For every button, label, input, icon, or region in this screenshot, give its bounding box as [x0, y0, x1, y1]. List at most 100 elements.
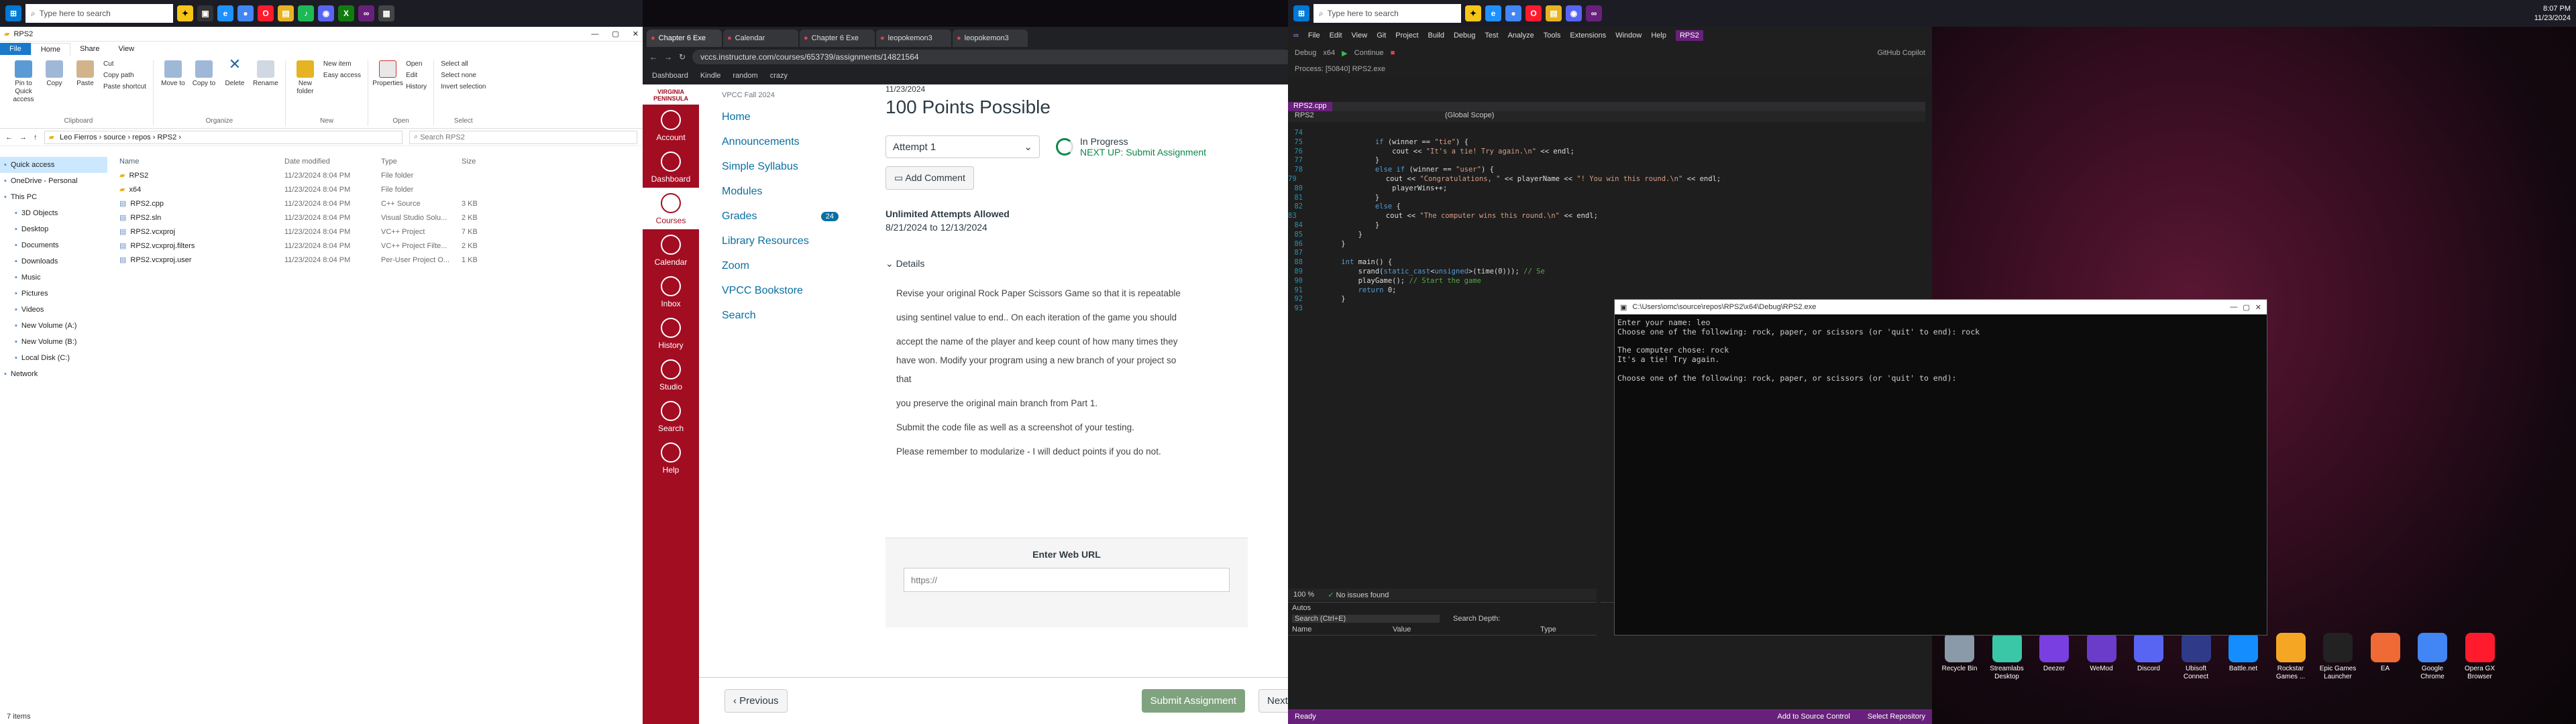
file-row[interactable]: ▤ RPS2.vcxproj 11/23/2024 8:04 PM VC++ Proj…	[115, 225, 643, 239]
vs-global-scope[interactable]: (Global Scope)	[1445, 111, 1494, 122]
stop-icon[interactable]: ■	[1391, 49, 1395, 57]
file-row[interactable]: ▤ RPS2.cpp 11/23/2024 8:04 PM C++ Source 3 K…	[115, 196, 643, 210]
vs-menu-item[interactable]: Extensions	[1570, 32, 1606, 40]
address-bar[interactable]: ▰ Leo Fierros › source › repos › RPS2 ›	[44, 130, 402, 144]
history-button[interactable]: History	[406, 83, 427, 91]
issues-status[interactable]: ✓ No issues found	[1328, 591, 1389, 599]
forward-icon[interactable]: →	[19, 133, 27, 141]
course-nav-item[interactable]: Library Resources	[722, 229, 857, 253]
copy-button[interactable]: Copy	[42, 60, 67, 104]
back-icon[interactable]: ←	[649, 52, 657, 62]
discord-icon[interactable]: ◉	[1566, 5, 1582, 21]
windows-start-icon[interactable]: ⊞	[1293, 5, 1309, 21]
vs-platform[interactable]: x64	[1323, 49, 1335, 57]
copy-to-button[interactable]: Copy to	[191, 60, 217, 88]
vs-menu-item[interactable]: View	[1352, 32, 1368, 40]
desktop-icon[interactable]: Discord	[2128, 633, 2169, 673]
desktop-icon[interactable]: WeMod	[2081, 633, 2123, 673]
college-logo[interactable]: VIRGINIA PENINSULA	[643, 84, 699, 105]
edit-button[interactable]: Edit	[406, 72, 427, 80]
close-icon[interactable]: ✕	[633, 29, 639, 38]
global-nav-courses[interactable]: Courses	[643, 188, 699, 229]
up-icon[interactable]: ↑	[34, 133, 38, 141]
new-folder-button[interactable]: New folder	[292, 60, 318, 96]
browser-tab[interactable]: ● leopokemon3	[876, 29, 951, 47]
add-to-source-control[interactable]: Add to Source Control	[1778, 713, 1850, 721]
file-row[interactable]: ▤ RPS2.sln 11/23/2024 8:04 PM Visual Studio…	[115, 210, 643, 225]
code-editor[interactable]: 74 75 if (winner == "tie") {76 cout << "I…	[1288, 129, 1721, 378]
previous-button[interactable]: ‹ Previous	[724, 689, 788, 713]
bookmark-item[interactable]: crazy	[770, 72, 788, 80]
forward-icon[interactable]: →	[664, 52, 672, 62]
properties-button[interactable]: Properties	[372, 60, 403, 91]
rename-button[interactable]: Rename	[253, 60, 278, 88]
nav-item[interactable]: ▪ This PC	[0, 189, 107, 205]
file-explorer-icon[interactable]: ▤	[1546, 5, 1562, 21]
paste-shortcut-button[interactable]: Paste shortcut	[103, 83, 146, 91]
select-none-button[interactable]: Select none	[441, 72, 486, 80]
browser-tab[interactable]: ● leopokemon3	[953, 29, 1028, 47]
vs-menu-item[interactable]: Analyze	[1508, 32, 1534, 40]
xbox-icon[interactable]: X	[338, 5, 354, 21]
tab-file[interactable]: File	[0, 43, 31, 55]
new-item-button[interactable]: New item	[323, 60, 361, 68]
nav-item[interactable]: ▪ Downloads	[0, 253, 107, 269]
play-icon[interactable]: ▶	[1342, 49, 1347, 58]
nav-item[interactable]: ▪ New Volume (B:)	[0, 334, 107, 350]
tab-share[interactable]: Share	[70, 43, 109, 55]
maximize-icon[interactable]: ▢	[2243, 303, 2249, 312]
course-nav-item[interactable]: Simple Syllabus	[722, 154, 857, 179]
nav-item[interactable]: ▪ OneDrive - Personal	[0, 173, 107, 189]
url-bar[interactable]: vccs.instructure.com/courses/653739/assi…	[692, 50, 1292, 64]
details-toggle[interactable]: ⌄ Details	[885, 258, 1261, 269]
discord-icon[interactable]: ◉	[318, 5, 334, 21]
taskbar-search[interactable]: ⌕ Type here to search	[1313, 4, 1461, 23]
nav-item[interactable]: ▪ Documents	[0, 237, 107, 253]
app-icon[interactable]: ▦	[378, 5, 394, 21]
vs-project-scope[interactable]: RPS2	[1295, 111, 1436, 122]
submit-assignment-button[interactable]: Submit Assignment	[1141, 689, 1245, 713]
nav-item[interactable]: ▪ Music	[0, 269, 107, 286]
desktop-icon[interactable]: Recycle Bin	[1939, 633, 1980, 673]
copilot-icon[interactable]: ✦	[177, 5, 193, 21]
desktop-icon[interactable]: Deezer	[2033, 633, 2075, 673]
col-size[interactable]: Size	[462, 158, 515, 166]
tab-rps2-cpp[interactable]: RPS2.cpp	[1288, 102, 1332, 111]
clock[interactable]: 8:07 PM 11/23/2024	[2534, 4, 2571, 23]
maximize-icon[interactable]: ▢	[612, 29, 619, 38]
course-nav-item[interactable]: Home	[722, 105, 857, 129]
vs-copilot[interactable]: GitHub Copilot	[1877, 49, 1925, 57]
global-nav-help[interactable]: Help	[643, 437, 699, 479]
open-button[interactable]: Open	[406, 60, 427, 68]
desktop-icon[interactable]: Opera GX Browser	[2459, 633, 2501, 681]
course-nav-item[interactable]: Grades 24	[722, 204, 857, 229]
autos-search[interactable]: Search (Ctrl+E)	[1292, 615, 1440, 623]
desktop-icon[interactable]: Epic Games Launcher	[2317, 633, 2359, 681]
nav-item[interactable]: ▪ Pictures	[0, 286, 107, 302]
vs-menu-item[interactable]: Edit	[1330, 32, 1342, 40]
file-explorer-icon[interactable]: ▤	[278, 5, 294, 21]
course-nav-item[interactable]: VPCC Bookstore	[722, 278, 857, 303]
spotify-icon[interactable]: ♪	[298, 5, 314, 21]
vs-menu-item[interactable]: Git	[1377, 32, 1386, 40]
course-nav-item[interactable]: Announcements	[722, 129, 857, 154]
vs-menu-item[interactable]: Debug	[1454, 32, 1475, 40]
global-nav-inbox[interactable]: Inbox	[643, 271, 699, 312]
search-depth[interactable]: Search Depth:	[1453, 615, 1500, 623]
chrome-icon[interactable]: ●	[237, 5, 254, 21]
tab-home[interactable]: Home	[30, 42, 71, 56]
attempt-select[interactable]: Attempt 1 ⌄	[885, 135, 1040, 158]
vs-menu-item[interactable]: Project	[1395, 32, 1418, 40]
vs-continue[interactable]: Continue	[1354, 49, 1384, 57]
desktop-icon[interactable]: EA	[2365, 633, 2406, 673]
tab-view[interactable]: View	[109, 43, 144, 55]
reload-icon[interactable]: ↻	[679, 52, 686, 62]
taskbar-search[interactable]: ⌕ Type here to search	[25, 4, 173, 23]
file-row[interactable]: ▰ RPS2 11/23/2024 8:04 PM File folder	[115, 168, 643, 182]
vs-menu-item[interactable]: Tools	[1544, 32, 1561, 40]
nav-item[interactable]: ▪ Local Disk (C:)	[0, 350, 107, 366]
col-type[interactable]: Type	[381, 158, 462, 166]
browser-tab[interactable]: ● Calendar	[723, 29, 798, 47]
global-nav-studio[interactable]: Studio	[643, 354, 699, 396]
vs-menu-item[interactable]: Test	[1485, 32, 1498, 40]
